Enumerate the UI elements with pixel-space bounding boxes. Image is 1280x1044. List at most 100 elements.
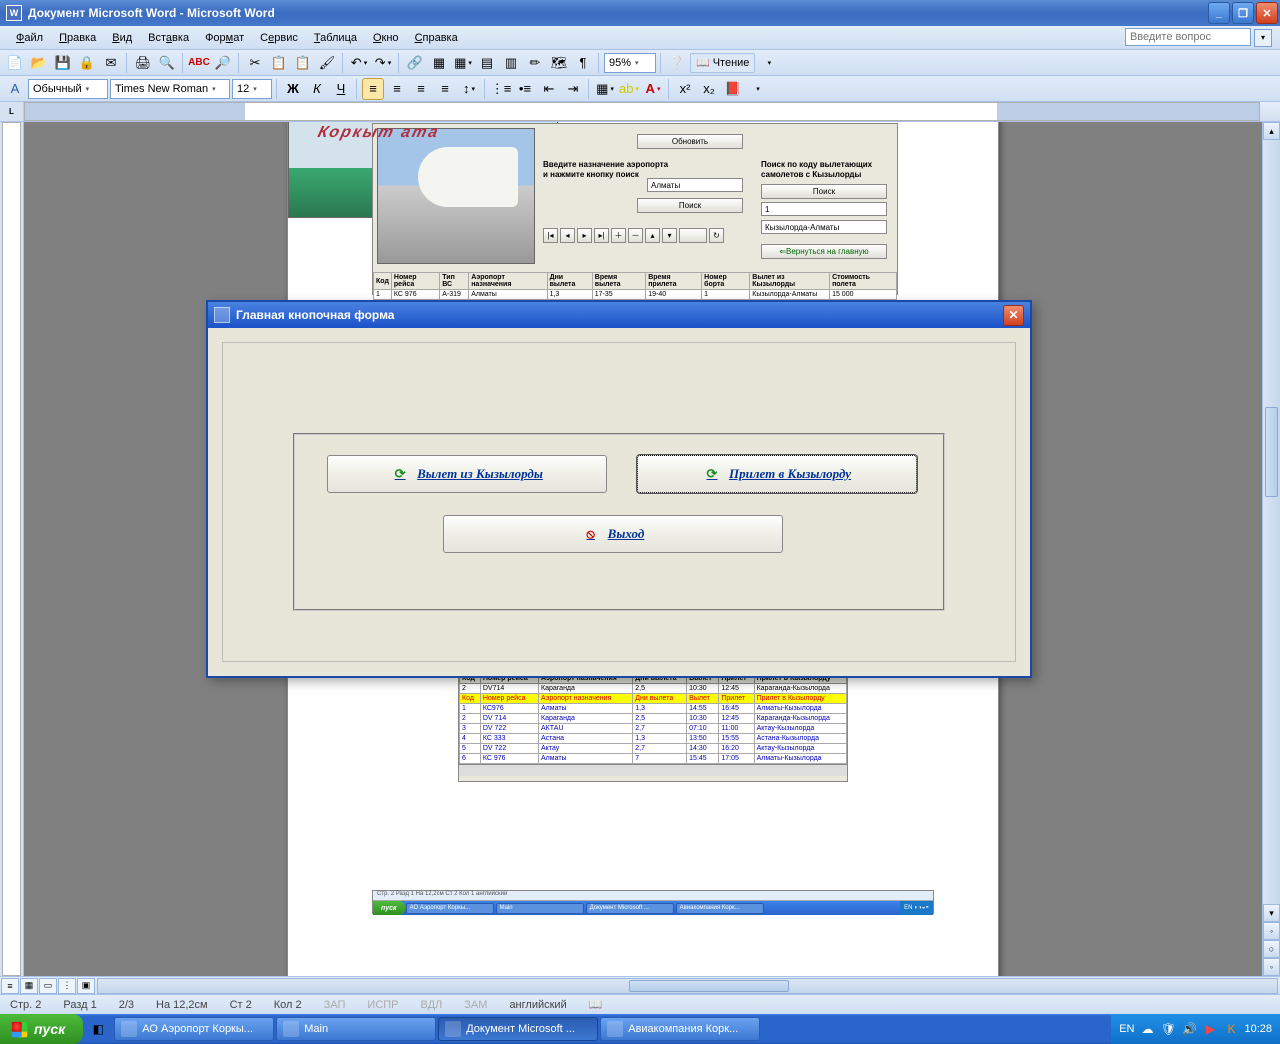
cut-button[interactable]: ✂ xyxy=(244,52,266,74)
underline-button[interactable]: Ч xyxy=(330,78,352,100)
font-combo[interactable]: Times New Roman▾ xyxy=(110,79,230,99)
font-color-button[interactable]: A▾ xyxy=(642,78,664,100)
bullets-button[interactable]: •≡ xyxy=(514,78,536,100)
hscroll-thumb[interactable] xyxy=(629,980,789,992)
scroll-up-button[interactable]: ▴ xyxy=(1263,122,1280,140)
embed-mini-task: Документ Microsoft ... xyxy=(586,903,674,914)
menu-edit[interactable]: Правка xyxy=(51,29,104,47)
taskbar-item[interactable]: АО Аэропорт Коркы... xyxy=(114,1017,274,1041)
save-button[interactable]: 💾 xyxy=(52,52,74,74)
ruler-horizontal[interactable]: L xyxy=(0,102,1280,122)
dialog-titlebar[interactable]: Главная кнопочная форма ✕ xyxy=(208,302,1030,328)
tray-icon[interactable]: ☁ xyxy=(1139,1021,1155,1037)
research-button[interactable]: 🔎 xyxy=(212,52,234,74)
columns-button[interactable]: ▥ xyxy=(500,52,522,74)
insert-table-button[interactable]: ▦▾ xyxy=(452,52,474,74)
toolbar-overflow[interactable]: ▾ xyxy=(757,52,779,74)
tray-icon[interactable]: 🛡 xyxy=(1160,1021,1176,1037)
prev-page-button[interactable]: ◦ xyxy=(1263,922,1280,940)
tables-borders-button[interactable]: ▦ xyxy=(428,52,450,74)
fontsize-combo[interactable]: 12▾ xyxy=(232,79,272,99)
normal-view-button[interactable]: ≡ xyxy=(1,978,19,994)
dialog-close-button[interactable]: ✕ xyxy=(1003,305,1024,326)
lang-button[interactable]: 📕 xyxy=(722,78,744,100)
vertical-scrollbar[interactable]: ▴ ▾ ◦ ○ ◦ xyxy=(1262,122,1280,976)
highlight-button[interactable]: ab▾ xyxy=(618,78,640,100)
spellcheck-button[interactable]: ABC xyxy=(188,52,210,74)
toolbar-overflow-2[interactable]: ▾ xyxy=(746,78,768,100)
start-button[interactable]: пуск xyxy=(0,1014,83,1044)
bold-button[interactable]: Ж xyxy=(282,78,304,100)
status-spellcheck-icon[interactable]: 📖 xyxy=(585,998,607,1011)
menu-table[interactable]: Таблица xyxy=(306,29,365,47)
styles-pane-button[interactable]: A xyxy=(4,78,26,100)
outline-view-button[interactable]: ⋮ xyxy=(58,978,76,994)
menu-view[interactable]: Вид xyxy=(104,29,140,47)
menu-insert[interactable]: Вставка xyxy=(140,29,197,47)
help-button[interactable]: ❔ xyxy=(666,52,688,74)
hyperlink-button[interactable]: 🔗 xyxy=(404,52,426,74)
format-painter-button[interactable]: 🖌 xyxy=(316,52,338,74)
style-combo[interactable]: Обычный▾ xyxy=(28,79,108,99)
tray-icon[interactable]: 🔊 xyxy=(1181,1021,1197,1037)
quicklaunch-icon[interactable]: ◧ xyxy=(89,1019,107,1039)
exit-button[interactable]: ⦸ Выход xyxy=(443,515,783,553)
menu-tools[interactable]: Сервис xyxy=(252,29,306,47)
next-page-button[interactable]: ◦ xyxy=(1263,958,1280,976)
reading-view-button[interactable]: ▣ xyxy=(77,978,95,994)
italic-button[interactable]: К xyxy=(306,78,328,100)
tray-clock[interactable]: 10:28 xyxy=(1244,1023,1272,1035)
redo-button[interactable]: ↷▾ xyxy=(372,52,394,74)
mail-button[interactable]: ✉ xyxy=(100,52,122,74)
print-view-button[interactable]: ▭ xyxy=(39,978,57,994)
ruler-vertical[interactable] xyxy=(0,122,24,976)
menu-help[interactable]: Справка xyxy=(407,29,466,47)
drawing-button[interactable]: ✏ xyxy=(524,52,546,74)
horizontal-scrollbar[interactable] xyxy=(97,978,1278,994)
scroll-down-button[interactable]: ▾ xyxy=(1263,904,1280,922)
print-button[interactable]: 🖨 xyxy=(132,52,154,74)
menu-format[interactable]: Формат xyxy=(197,29,252,47)
open-button[interactable]: 📂 xyxy=(28,52,50,74)
taskbar-item-active[interactable]: Документ Microsoft ... xyxy=(438,1017,598,1041)
arrival-button[interactable]: ⟳ Прилет в Кызылорду xyxy=(637,455,917,493)
copy-button[interactable]: 📋 xyxy=(268,52,290,74)
new-doc-button[interactable]: 📄 xyxy=(4,52,26,74)
permission-button[interactable]: 🔒 xyxy=(76,52,98,74)
browse-object-button[interactable]: ○ xyxy=(1263,940,1280,958)
tray-icon[interactable]: ▶ xyxy=(1202,1021,1218,1037)
tray-lang[interactable]: EN xyxy=(1119,1023,1134,1035)
menu-file[interactable]: Файл xyxy=(8,29,51,47)
subscript-button[interactable]: x₂ xyxy=(698,78,720,100)
excel-button[interactable]: ▤ xyxy=(476,52,498,74)
help-search-input[interactable] xyxy=(1125,28,1251,46)
borders-button[interactable]: ▦▾ xyxy=(594,78,616,100)
align-center-button[interactable]: ≡ xyxy=(386,78,408,100)
line-spacing-button[interactable]: ↕▾ xyxy=(458,78,480,100)
taskbar-item[interactable]: Main xyxy=(276,1017,436,1041)
increase-indent-button[interactable]: ⇥ xyxy=(562,78,584,100)
close-button[interactable]: ✕ xyxy=(1256,2,1278,24)
doc-map-button[interactable]: 🗺 xyxy=(548,52,570,74)
departure-button[interactable]: ⟳ Вылет из Кызылорды xyxy=(327,455,607,493)
align-justify-button[interactable]: ≡ xyxy=(434,78,456,100)
taskbar-item[interactable]: Авиакомпания Корк... xyxy=(600,1017,760,1041)
superscript-button[interactable]: x² xyxy=(674,78,696,100)
print-preview-button[interactable]: 🔍 xyxy=(156,52,178,74)
web-view-button[interactable]: ▦ xyxy=(20,978,38,994)
minimize-button[interactable]: _ xyxy=(1208,2,1230,24)
show-all-button[interactable]: ¶ xyxy=(572,52,594,74)
restore-button[interactable]: ❐ xyxy=(1232,2,1254,24)
align-right-button[interactable]: ≡ xyxy=(410,78,432,100)
zoom-combo[interactable]: 95%▾ xyxy=(604,53,656,73)
menu-window[interactable]: Окно xyxy=(365,29,407,47)
align-left-button[interactable]: ≡ xyxy=(362,78,384,100)
read-mode-button[interactable]: 📖 Чтение xyxy=(690,53,755,73)
help-dropdown-button[interactable]: ▾ xyxy=(1254,29,1272,47)
decrease-indent-button[interactable]: ⇤ xyxy=(538,78,560,100)
numbering-button[interactable]: ⋮≡ xyxy=(490,78,512,100)
undo-button[interactable]: ↶▾ xyxy=(348,52,370,74)
paste-button[interactable]: 📋 xyxy=(292,52,314,74)
tray-icon[interactable]: K xyxy=(1223,1021,1239,1037)
scroll-thumb[interactable] xyxy=(1265,407,1278,497)
